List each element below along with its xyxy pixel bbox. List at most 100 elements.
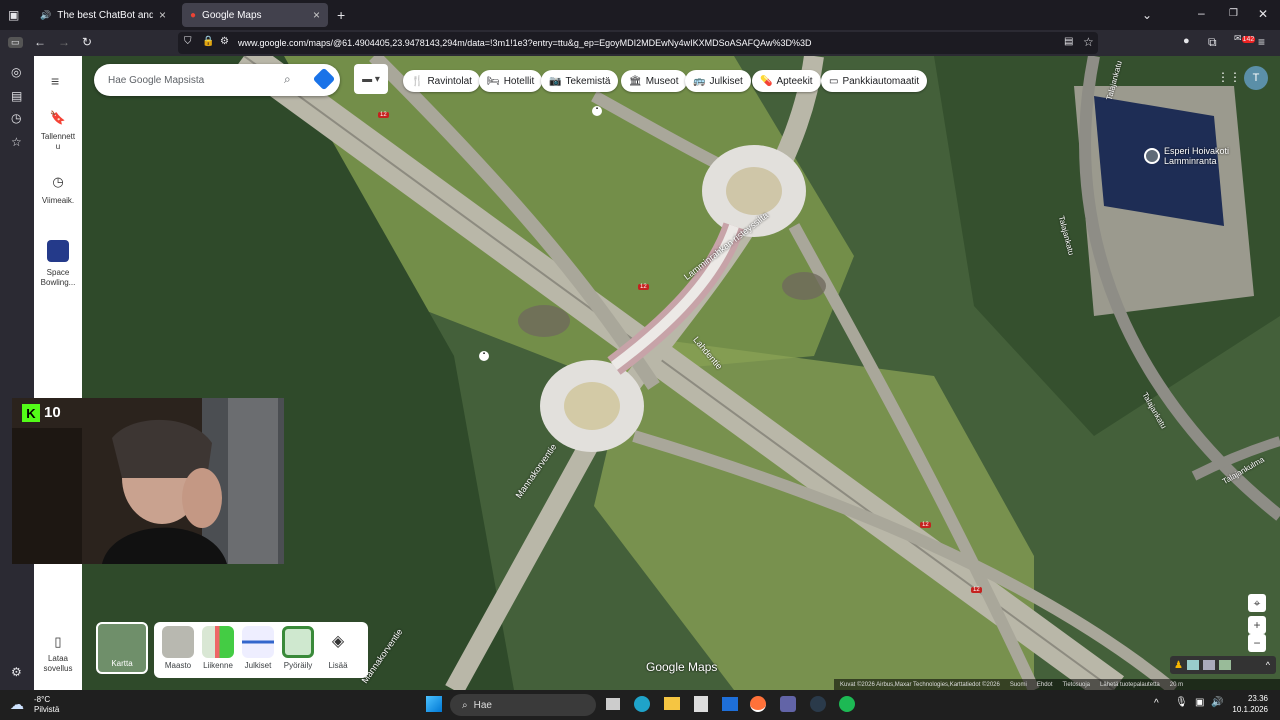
store-icon[interactable] [694,696,708,712]
account-icon[interactable]: ● [1183,36,1190,47]
tab-google-maps[interactable]: ● Google Maps × [182,3,328,27]
bookmark-star-icon[interactable]: ☆ [1083,36,1094,48]
file-explorer-icon[interactable] [664,697,680,710]
weather-temp[interactable]: -8°C [34,695,50,704]
imagery-thumb [1202,660,1215,670]
layer-transit[interactable]: Julkiset [240,626,276,670]
spotify-icon[interactable] [839,696,855,712]
my-location-button[interactable]: ⌖ [1248,594,1266,612]
layer-traffic[interactable]: Liikenne [200,626,236,670]
satellite-imagery[interactable] [34,56,1280,690]
volume-icon[interactable]: 🔊 [1211,697,1223,708]
layer-more[interactable]: ◈ Lisää [320,626,356,670]
chip-label: Tekemistä [565,75,611,87]
sidebar-item-saved[interactable]: 🔖 Tallennett u [34,110,82,152]
start-icon[interactable] [426,696,442,712]
permissions-icon[interactable]: ⚙ [220,37,229,47]
clock-time[interactable]: 23.36 [1238,694,1268,703]
shield-icon[interactable]: ⛉ [184,37,192,47]
chip-label: Ravintolat [427,75,472,87]
bus-stop-icon[interactable]: ▪ [479,351,489,361]
expand-icon[interactable]: ^ [1266,660,1270,670]
bus-stop-icon[interactable]: ▪ [592,106,602,116]
minimize-icon[interactable]: – [1198,7,1205,19]
taskbar-search[interactable]: ⌕ Hae [450,694,596,716]
reload-icon[interactable]: ↻ [82,36,92,48]
footer-link[interactable]: Suomi [1010,682,1027,688]
search-input[interactable]: Hae Google Mapsista ⌕ [94,64,340,96]
list-tabs-icon[interactable]: ⌄ [1142,9,1152,21]
chip-transit[interactable]: 🚌 Julkiset [685,70,751,92]
bookmark-icon: 🔖 [49,110,67,125]
zoom-out-button[interactable]: − [1248,634,1266,652]
sidebar-toggle-icon[interactable]: ▭ [8,37,23,48]
hamburger-menu-icon[interactable]: ≡ [51,74,59,88]
back-icon[interactable]: ← [34,36,46,48]
steam-icon[interactable] [810,696,826,712]
layer-switcher-map[interactable]: Kartta [96,622,148,674]
chip-restaurants[interactable]: 🍴 Ravintolat [403,70,480,92]
footer-link[interactable]: Lähetä tuotepalautetta [1100,682,1160,688]
tray-overflow-icon[interactable]: ^ [1154,698,1159,709]
ai-chatbot-icon[interactable]: ◎ [11,66,21,78]
network-icon[interactable]: ▣ [1195,697,1204,708]
chip-museums[interactable]: 🏛 Museot [621,70,687,92]
sidebar-item-get-app[interactable]: ▯ Lataa sovellus [34,634,82,674]
lock-icon[interactable]: 🔒 [202,37,214,47]
url-bar[interactable]: www.google.com/maps/@61.4904405,23.94781… [178,32,1098,54]
mic-icon[interactable]: 🎙 [1175,697,1188,708]
weather-desc[interactable]: Pilvistä [34,705,59,714]
chip-hotels[interactable]: 🛏 Hotellit [479,70,543,92]
edge-icon[interactable] [634,696,650,712]
weather-icon[interactable]: ☁ [10,696,24,713]
ui-toggle-button[interactable]: ▬ ▾ [354,64,388,94]
close-tab-icon[interactable]: × [159,8,166,22]
zoom-in-button[interactable]: + [1248,616,1266,634]
footer-link[interactable]: Ehdot [1037,682,1053,688]
extensions-icon[interactable]: ⧉ [1208,36,1217,48]
chip-activities[interactable]: 📷 Tekemistä [541,70,619,92]
bookmarks-icon[interactable]: ☆ [11,136,22,148]
directions-icon[interactable] [312,67,336,91]
mail-app-icon[interactable] [722,697,738,711]
chip-label: Hotellit [503,75,535,87]
route-shield: 12 [920,522,931,528]
account-avatar[interactable]: T [1244,66,1268,90]
restaurant-icon: 🍴 [411,75,424,87]
layer-biking[interactable]: Pyöräily [280,626,316,670]
close-tab-icon[interactable]: × [313,8,320,22]
reader-view-icon[interactable]: ▤ [1064,37,1073,47]
maximize-icon[interactable]: ❐ [1229,9,1238,19]
layer-label: Liikenne [203,661,233,670]
attribution-text: Kuvat ©2026 Airbus,Maxar Technologies,Ka… [840,681,1000,688]
synced-tabs-icon[interactable]: ▤ [11,90,22,102]
apps-grid-icon[interactable]: ⋮⋮ [1217,70,1241,84]
place-label[interactable]: Esperi Hoivakoti Lamminranta [1164,146,1244,166]
forward-icon[interactable]: → [58,36,70,48]
history-icon[interactable]: ◷ [11,112,21,124]
chip-pharmacies[interactable]: 💊 Apteekit [752,70,821,92]
clock-date[interactable]: 10.1.2026 [1226,705,1268,714]
task-view-icon[interactable] [606,698,620,710]
customize-sidebar-icon[interactable]: ⚙ [11,666,22,678]
close-window-icon[interactable]: ✕ [1258,8,1268,20]
firefox-icon[interactable] [750,696,766,712]
sidebar-item-space-bowling[interactable]: Space Bowling... [34,240,82,288]
chip-atms[interactable]: ▭ Pankkiautomaatit [821,70,928,92]
place-marker[interactable] [1144,148,1160,164]
search-icon[interactable]: ⌕ [284,72,291,87]
pegman-icon[interactable]: ♟ [1174,660,1183,671]
tab-overview-icon[interactable]: ▣ [8,9,19,21]
layer-label: Kartta [111,659,133,668]
tab-chatbot[interactable]: 🔊 The best ChatBot and Wid­ × [32,3,174,27]
mail-icon[interactable]: ✉142 [1234,34,1256,43]
footer-link[interactable]: Tietosuoja [1063,682,1090,688]
layer-terrain[interactable]: Maasto [160,626,196,670]
layer-label: Julkiset [244,661,272,670]
pegman-bar[interactable]: ♟ ^ [1170,656,1276,674]
menu-icon[interactable]: ≡ [1258,36,1265,48]
teams-icon[interactable] [780,696,796,712]
new-tab-icon[interactable]: + [337,8,345,22]
map-viewport[interactable]: Lamminrahkan risteyssilta Lahdentie Mann… [34,56,1280,690]
sidebar-item-recent[interactable]: ◷ Viimeaik. [34,174,82,205]
